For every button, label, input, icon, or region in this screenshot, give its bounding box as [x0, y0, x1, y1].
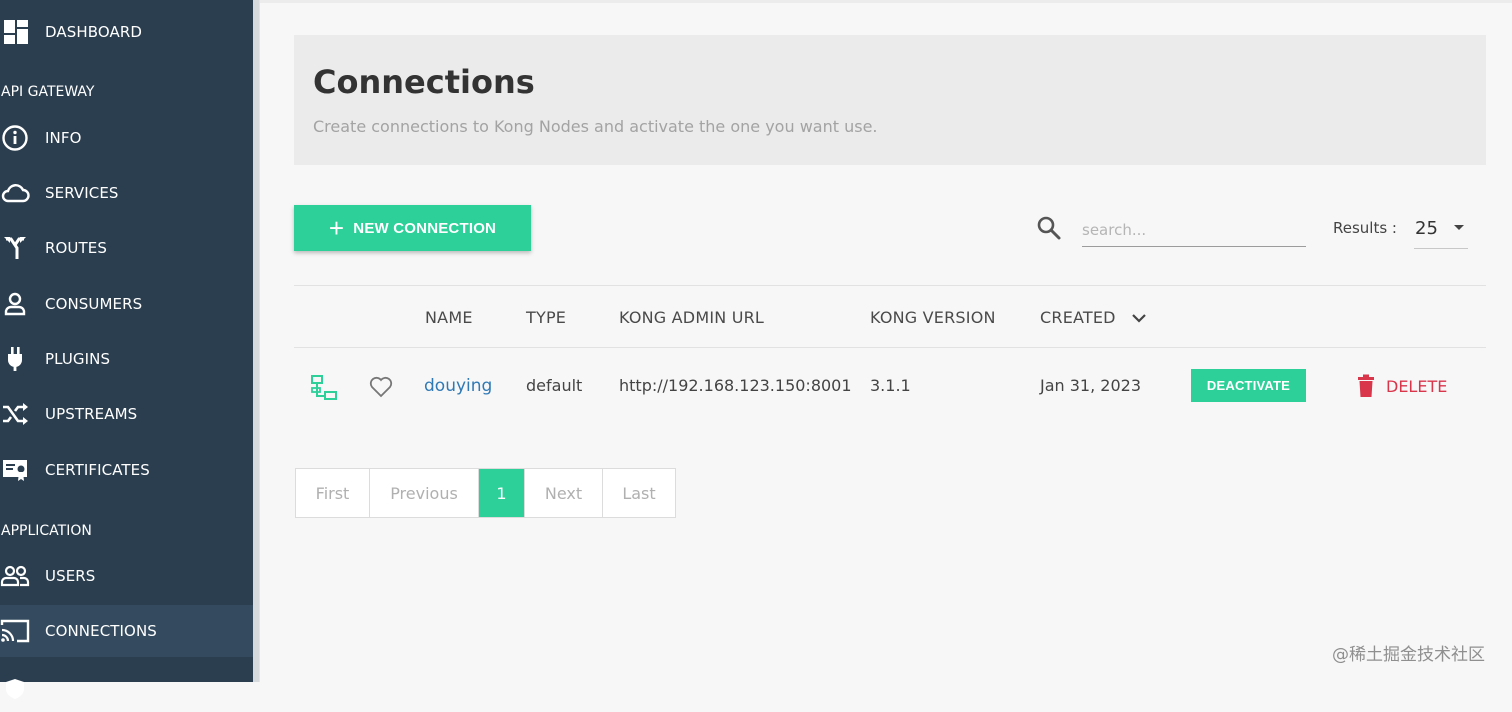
sidebar-item-routes[interactable]: ROUTES: [0, 224, 253, 272]
connection-name-link[interactable]: douying: [424, 376, 492, 396]
column-header-name[interactable]: NAME: [425, 308, 473, 327]
pagination-last[interactable]: Last: [603, 469, 675, 517]
page-title: Connections: [313, 63, 535, 101]
cell-kong-admin-url: http://192.168.123.150:8001: [619, 376, 852, 395]
sidebar-item-label: CONNECTIONS: [45, 622, 157, 640]
sidebar-item-partial[interactable]: [0, 664, 253, 712]
sidebar-item-label: USERS: [45, 567, 96, 585]
page-header: Connections Create connections to Kong N…: [294, 35, 1486, 165]
sidebar-item-info[interactable]: INFO: [0, 114, 253, 162]
cast-icon: [0, 616, 30, 646]
pagination-first[interactable]: First: [296, 469, 370, 517]
sidebar-item-connections[interactable]: CONNECTIONS: [0, 605, 253, 657]
delete-button[interactable]: DELETE: [1356, 372, 1447, 400]
sidebar-item-label: ROUTES: [45, 239, 107, 257]
sidebar-item-label: SERVICES: [45, 184, 119, 202]
sidebar-item-label: DASHBOARD: [45, 23, 143, 41]
watermark: @稀土掘金技术社区: [1332, 645, 1485, 665]
results-label: Results :: [1333, 219, 1397, 237]
users-icon: [0, 561, 30, 591]
column-header-kong-version[interactable]: KONG VERSION: [870, 308, 996, 327]
deactivate-button[interactable]: DEACTIVATE: [1191, 369, 1306, 402]
new-connection-label: NEW CONNECTION: [353, 219, 497, 237]
plug-icon: [0, 344, 30, 374]
pagination-next[interactable]: Next: [525, 469, 603, 517]
pagination: First Previous 1 Next Last: [295, 468, 676, 518]
shield-icon: [0, 674, 30, 704]
certificate-icon: [0, 455, 30, 485]
dashboard-icon: [1, 17, 31, 47]
section-title-api-gateway: API GATEWAY: [1, 84, 95, 100]
sidebar-item-label: CONSUMERS: [45, 295, 143, 313]
pagination-previous[interactable]: Previous: [370, 469, 479, 517]
sidebar-item-certificates[interactable]: CERTIFICATES: [0, 446, 253, 494]
user-icon: [0, 289, 30, 319]
plus-icon: +: [328, 213, 345, 243]
column-header-kong-admin-url[interactable]: KONG ADMIN URL: [619, 308, 764, 327]
sidebar-item-dashboard[interactable]: DASHBOARD: [0, 8, 253, 56]
network-icon: [311, 375, 337, 400]
sidebar-item-plugins[interactable]: PLUGINS: [0, 335, 253, 383]
routes-icon: [0, 233, 30, 263]
column-header-type[interactable]: TYPE: [526, 308, 566, 327]
sidebar-item-upstreams[interactable]: UPSTREAMS: [0, 390, 253, 438]
column-header-created[interactable]: CREATED: [1040, 308, 1116, 327]
chevron-down-icon[interactable]: [1130, 310, 1148, 326]
search-icon[interactable]: [1036, 215, 1062, 241]
sidebar-item-label: INFO: [45, 129, 82, 147]
page-subtitle: Create connections to Kong Nodes and act…: [313, 117, 878, 136]
heart-icon[interactable]: [368, 375, 394, 399]
cell-created: Jan 31, 2023: [1040, 376, 1141, 395]
results-per-page-select[interactable]: 25: [1414, 212, 1468, 249]
sidebar-item-label: CERTIFICATES: [45, 461, 150, 479]
table-divider-header: [294, 347, 1486, 348]
sidebar-edge: [253, 0, 260, 682]
section-title-application: APPLICATION: [1, 523, 92, 539]
cloud-icon: [0, 178, 30, 208]
sidebar-item-label: UPSTREAMS: [45, 405, 138, 423]
sidebar-item-services[interactable]: SERVICES: [0, 169, 253, 217]
delete-label: DELETE: [1386, 376, 1448, 396]
pagination-page-current[interactable]: 1: [479, 469, 525, 517]
cell-kong-version: 3.1.1: [870, 376, 911, 395]
sidebar-item-label: PLUGINS: [45, 350, 111, 368]
top-border: [260, 0, 1512, 3]
cell-type: default: [526, 376, 583, 395]
results-per-page-value: 25: [1415, 218, 1438, 239]
info-icon: [0, 123, 30, 153]
trash-icon: [1358, 374, 1374, 397]
table-divider-top: [294, 285, 1486, 286]
sidebar-item-consumers[interactable]: CONSUMERS: [0, 280, 253, 328]
sidebar: DASHBOARD API GATEWAY INFO SERVICES ROUT…: [0, 0, 253, 699]
sidebar-item-users[interactable]: USERS: [0, 552, 253, 600]
search-input[interactable]: [1082, 214, 1306, 247]
new-connection-button[interactable]: + NEW CONNECTION: [294, 205, 531, 251]
caret-down-icon: [1454, 225, 1464, 230]
shuffle-icon: [0, 399, 30, 429]
